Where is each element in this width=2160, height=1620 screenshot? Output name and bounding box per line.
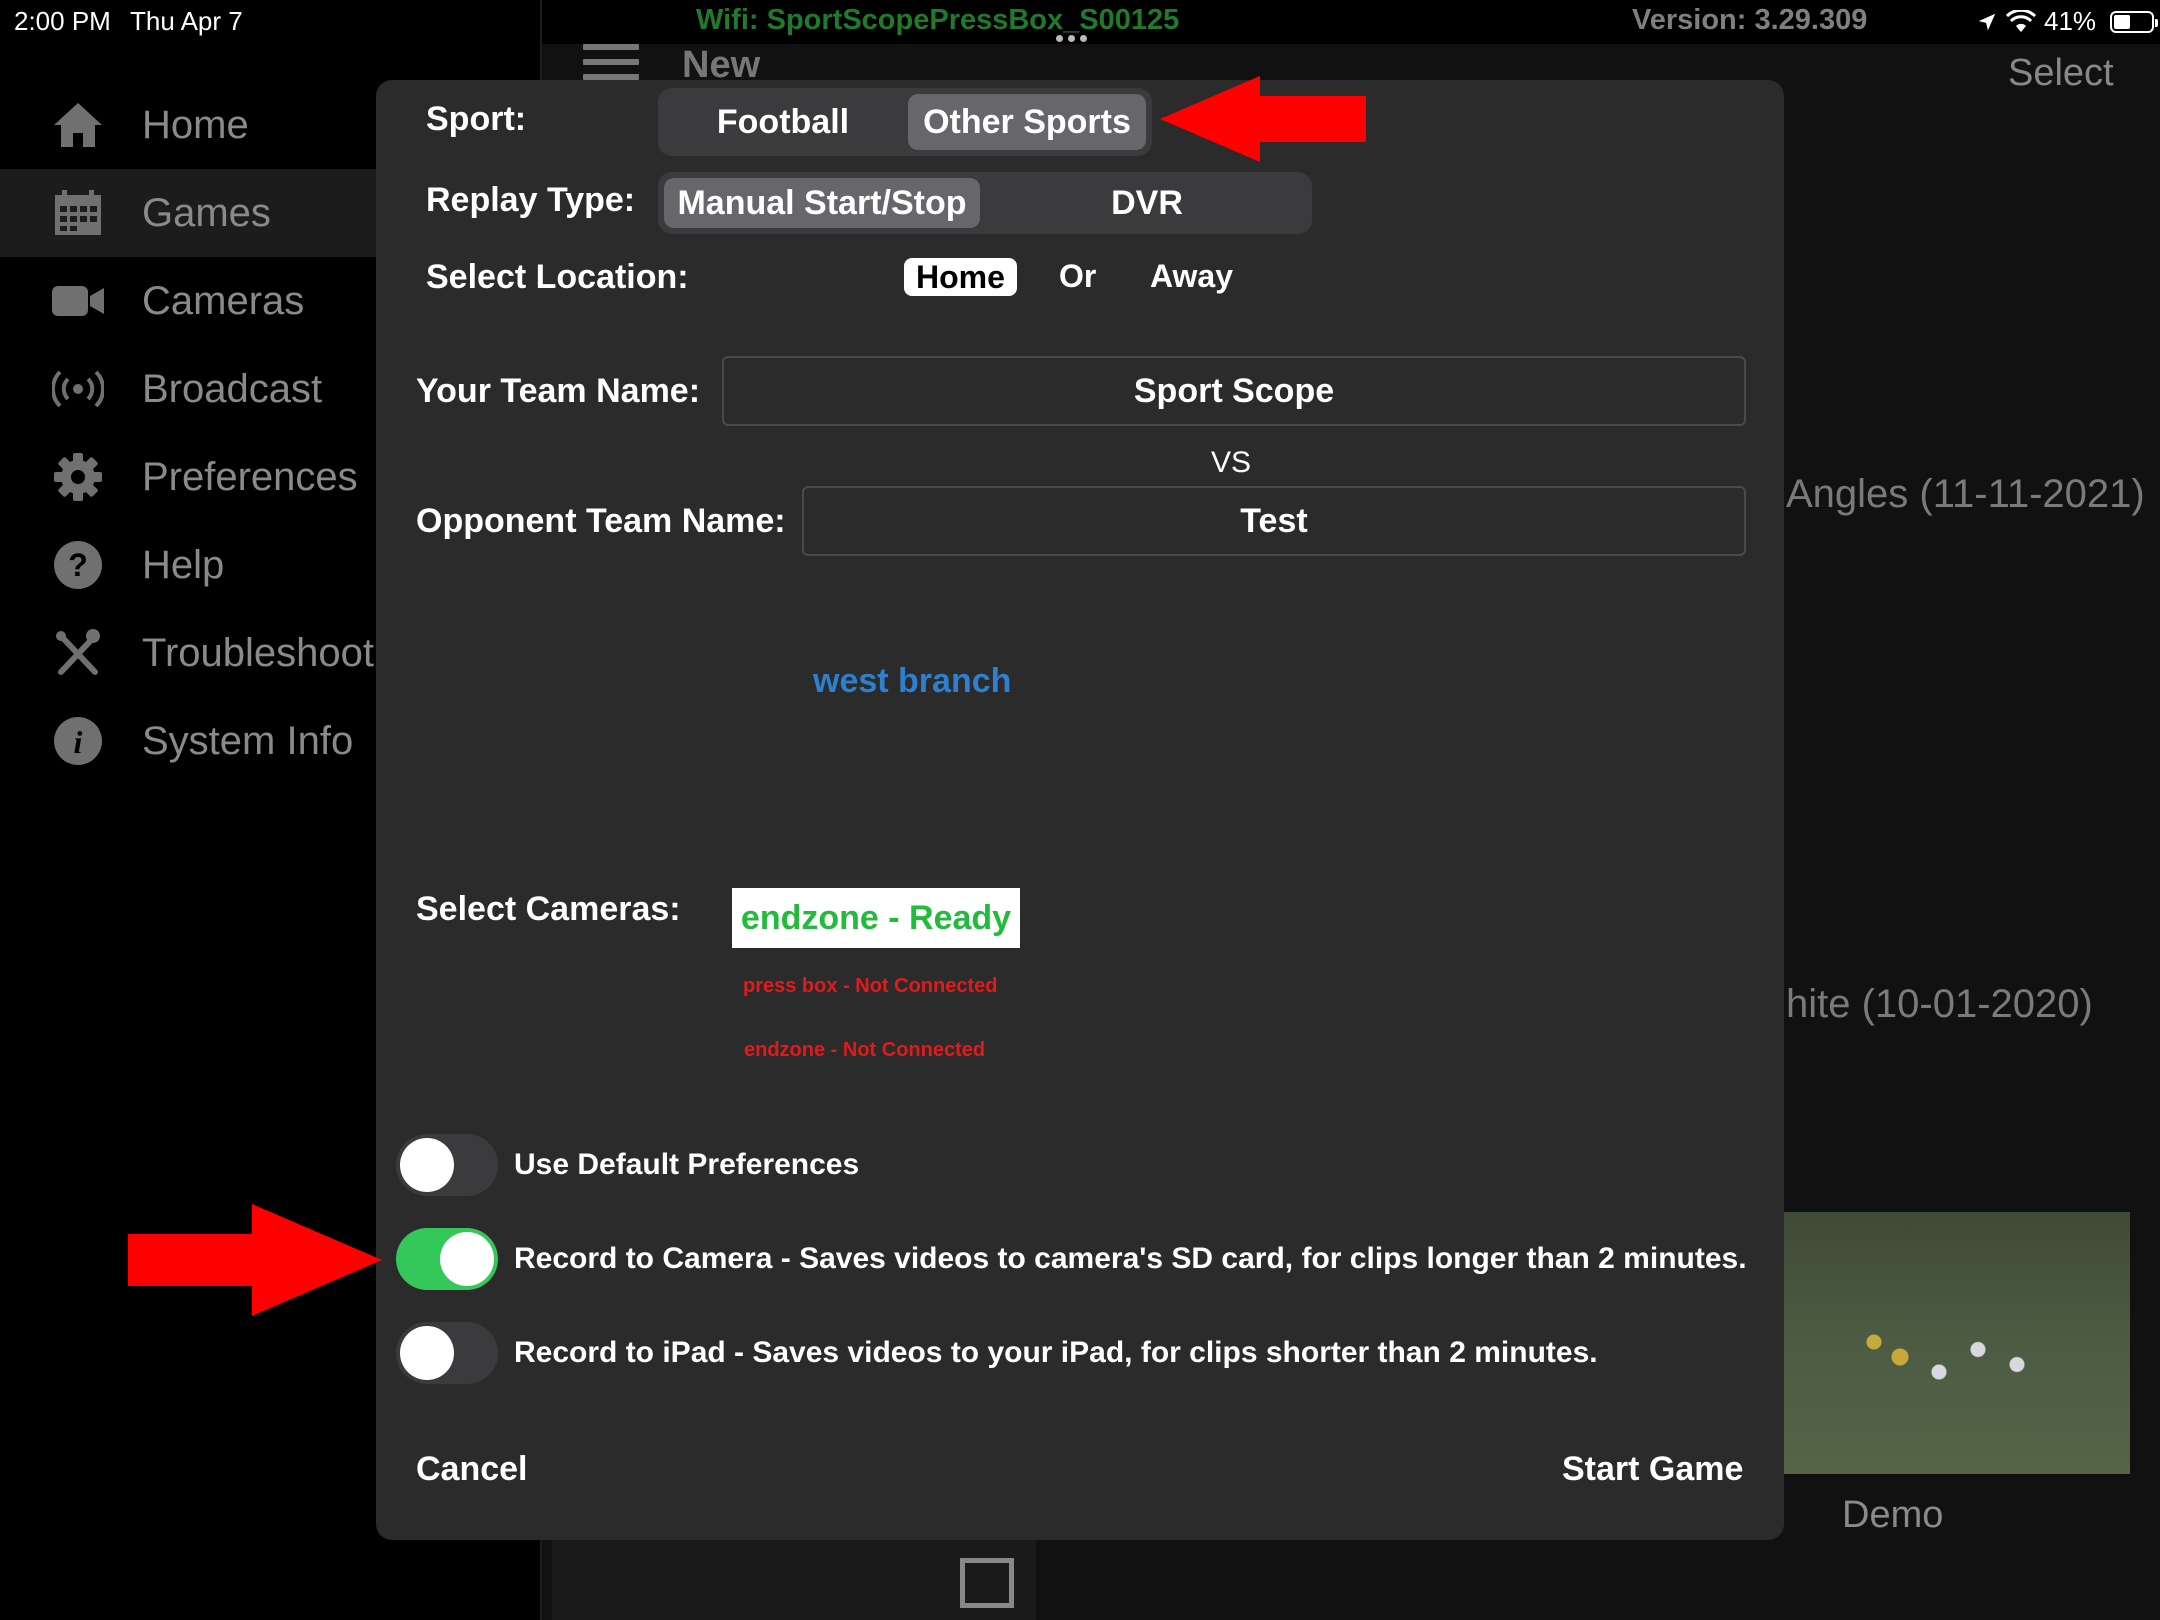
game-item-label[interactable]: hite (10-01-2020) <box>1786 982 2093 1027</box>
camera-option-ready[interactable]: endzone - Ready <box>732 888 1020 948</box>
record-to-camera-label: Record to Camera - Saves videos to camer… <box>514 1242 1747 1275</box>
broadcast-icon <box>50 361 106 417</box>
app-version-label: Version: 3.29.309 <box>1632 4 1868 36</box>
game-item-label[interactable]: Angles (11-11-2021) <box>1786 472 2145 517</box>
battery-percent: 41% <box>2044 6 2097 36</box>
svg-text:?: ? <box>68 547 88 583</box>
opponent-name-label: Opponent Team Name: <box>416 502 786 540</box>
tools-icon <box>50 625 106 681</box>
team-name-field[interactable]: Sport Scope <box>722 356 1746 426</box>
svg-text:i: i <box>74 724 83 760</box>
battery-icon <box>2110 10 2159 33</box>
team-name-label: Your Team Name: <box>416 372 701 410</box>
annotation-arrow-icon <box>128 1204 382 1316</box>
hamburger-menu-icon[interactable] <box>583 44 639 80</box>
default-preferences-label: Use Default Preferences <box>514 1148 860 1181</box>
status-bar: 2:00 PM Thu Apr 7 Wifi: SportScopePressB… <box>0 0 2160 44</box>
gear-icon <box>50 449 106 505</box>
status-date: Thu Apr 7 <box>130 6 243 36</box>
record-to-ipad-toggle[interactable] <box>396 1322 498 1384</box>
checkbox-icon[interactable] <box>960 1558 1014 1608</box>
video-camera-icon <box>50 273 106 329</box>
replay-type-segmented-control: Manual Start/Stop DVR <box>658 172 1312 234</box>
status-time: 2:00 PM <box>14 6 111 36</box>
sidebar-item-label: System Info <box>142 718 354 763</box>
demo-game-label[interactable]: Demo <box>1842 1494 1943 1537</box>
wifi-network-label: Wifi: SportScopePressBox_S00125 <box>696 4 1180 36</box>
sidebar-item-label: Games <box>142 190 271 235</box>
status-indicators: 41% <box>1976 6 2159 37</box>
select-location-label: Select Location: <box>426 258 689 296</box>
sidebar-item-label: Help <box>142 542 225 587</box>
select-button[interactable]: Select <box>2008 52 2114 95</box>
default-preferences-toggle[interactable] <box>396 1134 498 1196</box>
vs-label: VS <box>1211 446 1252 479</box>
sport-option-football[interactable]: Football <box>664 94 902 150</box>
demo-game-thumbnail[interactable] <box>1782 1212 2130 1474</box>
sidebar-item-label: Broadcast <box>142 366 323 411</box>
sidebar-item-label: Cameras <box>142 278 305 323</box>
replay-option-dvr[interactable]: DVR <box>988 178 1306 228</box>
location-name-link[interactable]: west branch <box>813 662 1011 701</box>
sport-segmented-control: Football Other Sports <box>658 88 1152 156</box>
question-icon: ? <box>50 537 106 593</box>
replay-type-label: Replay Type: <box>426 181 636 219</box>
start-game-button[interactable]: Start Game <box>1562 1450 1743 1489</box>
replay-option-manual[interactable]: Manual Start/Stop <box>664 178 980 228</box>
location-away-option[interactable]: Away <box>1150 258 1233 295</box>
new-game-modal: Sport: Football Other Sports Replay Type… <box>376 80 1784 1540</box>
home-icon <box>50 97 106 153</box>
annotation-arrow-icon <box>1160 76 1366 162</box>
sport-option-other-sports[interactable]: Other Sports <box>908 94 1146 150</box>
camera-option-not-connected[interactable]: press box - Not Connected <box>743 975 997 998</box>
record-to-ipad-label: Record to iPad - Saves videos to your iP… <box>514 1336 1598 1369</box>
sidebar-item-label: Preferences <box>142 454 358 499</box>
location-arrow-icon <box>1978 13 1996 30</box>
cancel-button[interactable]: Cancel <box>416 1450 528 1489</box>
sidebar-item-label: Troubleshoot <box>142 630 374 675</box>
wifi-icon <box>2006 9 2036 32</box>
sidebar-item-label: Home <box>142 102 249 147</box>
sport-label: Sport: <box>426 100 527 138</box>
opponent-name-field[interactable]: Test <box>802 486 1746 556</box>
info-icon: i <box>50 713 106 769</box>
location-home-option[interactable]: Home <box>904 258 1017 296</box>
calendar-icon <box>50 185 106 241</box>
record-to-camera-toggle[interactable] <box>396 1228 498 1290</box>
camera-option-not-connected[interactable]: endzone - Not Connected <box>744 1039 985 1062</box>
select-cameras-label: Select Cameras: <box>416 890 681 928</box>
location-or-label: Or <box>1059 258 1097 294</box>
